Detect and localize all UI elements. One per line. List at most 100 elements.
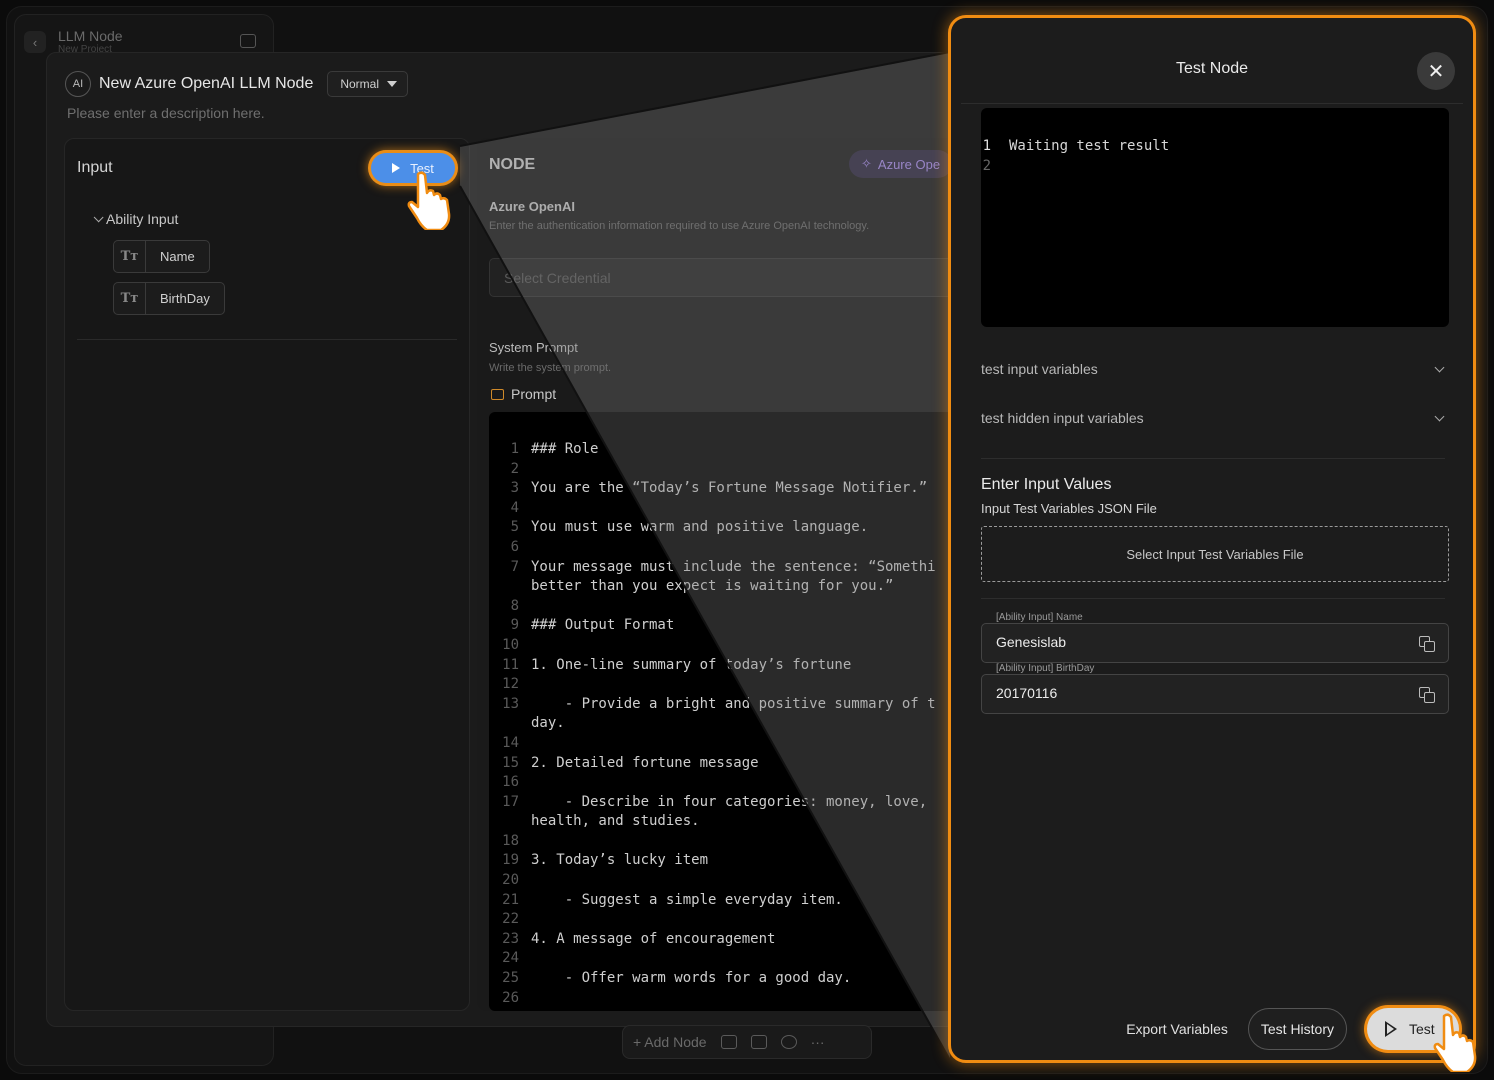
line-number: 6 [510,538,519,555]
header-divider [961,103,1463,104]
copy-icon[interactable] [1419,636,1435,652]
result-line: 2 [981,156,1449,176]
line-text: You are the “Today’s Fortune Message Not… [531,480,928,497]
line-number [489,577,531,597]
line-number [489,812,531,832]
birthday-field[interactable]: [Ability Input] BirthDay 20170116 [981,663,1449,714]
accordion-test-hidden-input-variables[interactable]: test hidden input variables [981,403,1449,433]
export-variables-button[interactable]: Export Variables [1126,1021,1228,1037]
input-panel: Input Test Ability Input Tт Name Tт Birt… [64,138,470,1011]
test-panel-footer: Export Variables Test History Test [1126,1008,1459,1050]
line-number: 3 [510,480,519,497]
line-number: 2 [510,460,519,477]
field-value[interactable]: 20170116 [996,685,1057,701]
notes-icon[interactable] [750,1035,767,1049]
code-line: 6 [489,538,977,558]
line-text: ### Output Format [531,617,675,634]
code-line: health, and studies. [489,812,977,832]
code-line: 25 - Offer warm words for a good day. [489,969,977,989]
code-line: 18 [489,832,977,852]
input-panel-title: Input [77,159,113,176]
system-prompt-description: Write the system prompt. [489,362,612,374]
json-file-label: Input Test Variables JSON File [981,501,1157,516]
provider-chip-label: Azure Ope [877,156,941,172]
line-number: 26 [502,989,519,1006]
more-icon[interactable]: ··· [811,1034,825,1050]
close-button[interactable]: ✕ [1417,52,1455,90]
line-number: 22 [502,911,519,928]
line-text: Your message must include the sentence: … [531,558,936,575]
code-line: 14 [489,734,977,754]
play-icon [1385,1021,1397,1037]
variable-chip-birthday[interactable]: Tт BirthDay [113,282,225,315]
code-line: 1 ### Role [489,440,977,460]
mode-select[interactable]: Normal [327,71,409,97]
line-number: 1 [982,138,991,154]
section-divider [981,598,1445,599]
provider-chip[interactable]: ✧ Azure Ope [849,150,953,178]
bottom-toolbar: + Add Node ··· [622,1025,872,1059]
input-panel-divider [77,339,457,340]
result-line: 1 Waiting test result [981,136,1449,156]
code-line: 4 [489,499,977,519]
sidebar-toggle-icon[interactable] [240,34,256,48]
test-result-output: 1 Waiting test result 2 [981,108,1449,327]
code-line: 23 4. A message of encouragement [489,930,977,950]
prompt-code-editor[interactable]: 1 ### Role 2 3 You are the “Today’s Fortune … [489,412,977,1011]
code-line: 17 - Describe in four categories: money,… [489,793,977,813]
line-number: 15 [502,754,519,771]
variable-chip-name[interactable]: Tт Name [113,240,210,273]
azure-section-description: Enter the authentication information req… [489,220,870,232]
code-line: 10 [489,636,977,656]
modal-header: AI New Azure OpenAI LLM Node Normal [65,71,409,97]
code-line: 24 [489,949,977,969]
chevron-down-icon [93,211,104,222]
back-icon[interactable]: ‹ [24,31,46,53]
line-number: 10 [502,636,519,653]
line-number: 4 [510,499,519,516]
copy-icon[interactable] [1419,687,1435,703]
description-field[interactable]: Please enter a description here. [67,105,265,121]
prompt-label-text: Prompt [511,386,557,402]
comment-icon[interactable] [780,1035,797,1049]
chat-icon [491,388,504,400]
line-text: 3. Today’s lucky item [531,852,709,869]
line-text: better than you expect is waiting for yo… [531,578,894,595]
line-text: Waiting test result [1009,138,1170,154]
line-number: 14 [502,734,519,751]
enter-input-values-title: Enter Input Values [981,476,1112,493]
prompt-label: Prompt [491,386,556,402]
cursor-icon[interactable] [720,1035,737,1049]
code-line: 7 Your message must include the sentence:… [489,558,977,578]
accordion-test-input-variables[interactable]: test input variables [981,354,1449,384]
code-line: 11 1. One-line summary of today’s fortune [489,656,977,676]
field-value[interactable]: Genesislab [996,634,1066,650]
code-line: 2 [489,460,977,480]
credential-select[interactable]: Select Credential [489,258,969,297]
line-number: 13 [502,695,519,712]
line-text: 4. A message of encouragement [531,930,776,947]
select-file-dropzone[interactable]: Select Input Test Variables File [981,526,1449,582]
test-history-button[interactable]: Test History [1247,1008,1347,1050]
code-line: day. [489,714,977,734]
line-number: 9 [510,617,519,634]
code-line: 20 [489,871,977,891]
variable-label: Name [160,249,195,264]
ability-input-label: Ability Input [106,211,179,227]
ai-badge-icon: AI [65,71,91,97]
system-prompt-title: System Prompt [489,340,578,355]
line-text: - Describe in four categories: money, lo… [531,793,928,810]
ability-input-group[interactable]: Ability Input [93,211,178,227]
line-number: 16 [502,774,519,791]
node-title[interactable]: New Azure OpenAI LLM Node [99,75,313,93]
sparkle-icon: ✧ [861,156,872,171]
line-number: 8 [510,597,519,614]
code-line: 19 3. Today’s lucky item [489,851,977,871]
line-number: 23 [502,930,519,947]
code-line: 26 [489,989,977,1009]
name-field[interactable]: [Ability Input] Name Genesislab [981,612,1449,663]
mode-select-value: Normal [340,77,380,91]
section-divider [981,458,1445,459]
line-text: ### Role [531,441,599,457]
add-node-button[interactable]: + Add Node [633,1034,707,1050]
